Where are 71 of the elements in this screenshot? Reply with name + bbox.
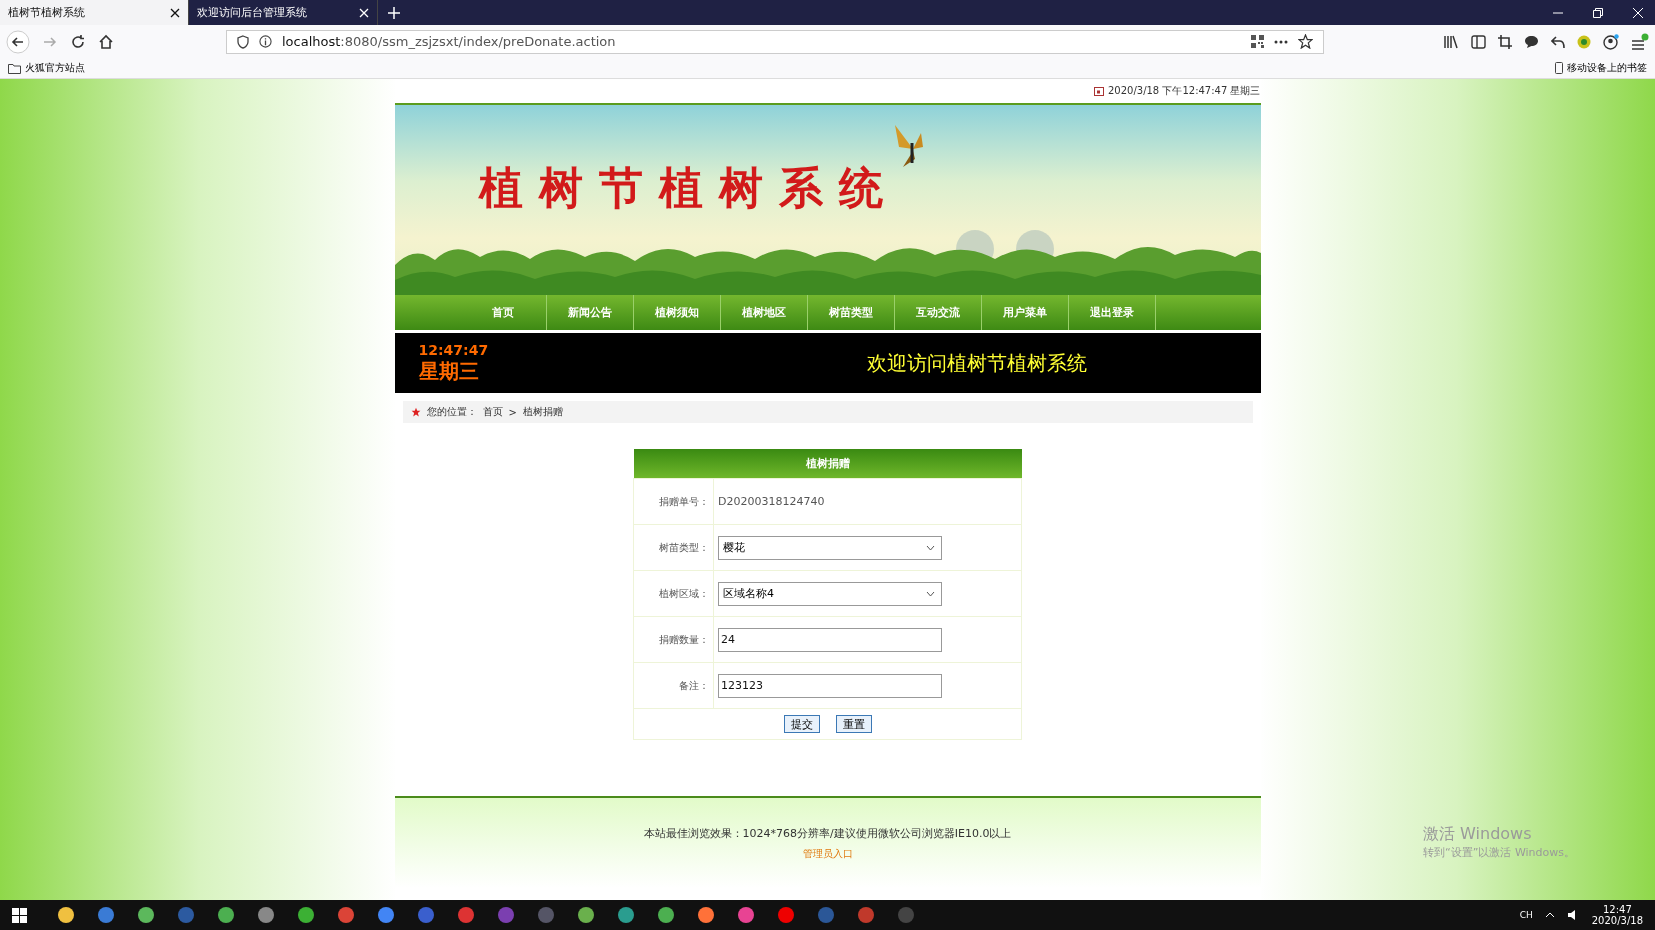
taskbar-app-icon[interactable] xyxy=(217,906,235,924)
field-label: 捐赠数量： xyxy=(633,616,714,663)
breadcrumb-label: 您的位置： xyxy=(426,405,477,419)
order-number: D20200318124740 xyxy=(718,495,825,508)
breadcrumb-separator: > xyxy=(508,406,517,418)
phone-icon xyxy=(1555,62,1563,74)
new-tab-icon[interactable] xyxy=(388,6,400,19)
clock-time: 12:47:47 xyxy=(418,341,489,358)
date-time: 2020/3/18 下午12:47:47 星期三 xyxy=(1107,84,1261,98)
more-icon[interactable] xyxy=(1274,39,1288,44)
clock-weekday: 星期三 xyxy=(418,357,480,385)
qr-code-icon[interactable] xyxy=(1251,35,1264,48)
chevron-down-icon xyxy=(926,544,935,551)
home-icon[interactable] xyxy=(98,33,114,50)
taskbar-app-icon[interactable] xyxy=(137,906,155,924)
account-icon[interactable] xyxy=(1603,33,1619,50)
taskbar-app-icon[interactable] xyxy=(97,906,115,924)
footer-note: 本站最佳浏览效果：1024*768分辨率/建议使用微软公司浏览器IE10.0以上 xyxy=(643,825,1012,841)
taskbar-app-icon[interactable] xyxy=(377,906,395,924)
windows-start-icon[interactable] xyxy=(12,907,27,923)
select-field[interactable]: 樱花 xyxy=(718,535,942,560)
taskbar-app-icon[interactable] xyxy=(737,906,755,924)
submit-button[interactable]: 提交 xyxy=(783,715,820,733)
taskbar-app-icon[interactable] xyxy=(257,906,275,924)
field-label: 树苗类型： xyxy=(633,524,714,571)
taskbar-app-icon[interactable] xyxy=(297,906,315,924)
star-icon[interactable] xyxy=(1298,34,1313,49)
library-icon[interactable] xyxy=(1444,34,1459,49)
close-icon[interactable] xyxy=(170,7,180,18)
back-icon[interactable] xyxy=(6,29,30,54)
address-bar[interactable]: localhost:8080/ssm_zsjzsxt/index/preDonate.action xyxy=(226,29,1324,54)
taskbar-time[interactable]: 12:47 xyxy=(1602,904,1632,915)
breadcrumb-link[interactable]: 植树捐赠 xyxy=(522,405,563,419)
crop-icon[interactable] xyxy=(1498,34,1512,49)
info-icon[interactable] xyxy=(259,35,272,48)
language-indicator[interactable]: CH xyxy=(1519,910,1533,920)
taskbar-app-icon[interactable] xyxy=(617,906,635,924)
restore-icon[interactable] xyxy=(1593,7,1603,18)
taskbar-app-icon[interactable] xyxy=(57,906,75,924)
input-field[interactable]: 123123 xyxy=(718,673,942,698)
browser-tab[interactable]: 植树节植树系统 xyxy=(0,0,189,25)
form-title: 植树捐赠 xyxy=(633,449,1022,479)
reset-button[interactable]: 重置 xyxy=(835,715,872,733)
calendar-icon xyxy=(1093,86,1104,96)
chat-icon[interactable] xyxy=(1524,34,1539,49)
site-title: 植树节植树系统 xyxy=(478,161,899,215)
input-field[interactable]: 24 xyxy=(718,627,942,652)
taskbar-app-icon[interactable] xyxy=(657,906,675,924)
undo-icon[interactable] xyxy=(1551,34,1565,49)
shield-icon[interactable] xyxy=(237,34,249,49)
mobile-bookmarks[interactable]: 移动设备上的书签 xyxy=(1555,61,1647,75)
activation-title: 激活 Windows xyxy=(1423,824,1533,845)
bookmark-folder[interactable]: 火狐官方站点 xyxy=(8,61,85,75)
field-label: 备注： xyxy=(633,662,714,709)
extension-icon[interactable] xyxy=(1577,34,1591,49)
taskbar-app-icon[interactable] xyxy=(697,906,715,924)
menu-icon[interactable] xyxy=(1631,32,1649,51)
field-label: 捐赠单号： xyxy=(633,478,714,525)
select-field[interactable]: 区域名称4 xyxy=(718,581,942,606)
taskbar-app-icon[interactable] xyxy=(577,906,595,924)
star-icon xyxy=(410,407,421,417)
chevron-down-icon xyxy=(926,590,935,597)
taskbar-date[interactable]: 2020/3/18 xyxy=(1591,915,1643,926)
breadcrumb-link[interactable]: 首页 xyxy=(482,405,503,419)
reload-icon[interactable] xyxy=(70,33,86,50)
welcome-text: 欢迎访问植树节植树系统 xyxy=(866,349,1087,377)
sidebar-icon[interactable] xyxy=(1471,34,1486,49)
activation-note: 转到“设置”以激活 Windows。 xyxy=(1423,845,1575,860)
chevron-up-icon[interactable] xyxy=(1544,912,1555,918)
field-label: 植树区域： xyxy=(633,570,714,617)
folder-icon xyxy=(8,62,21,74)
